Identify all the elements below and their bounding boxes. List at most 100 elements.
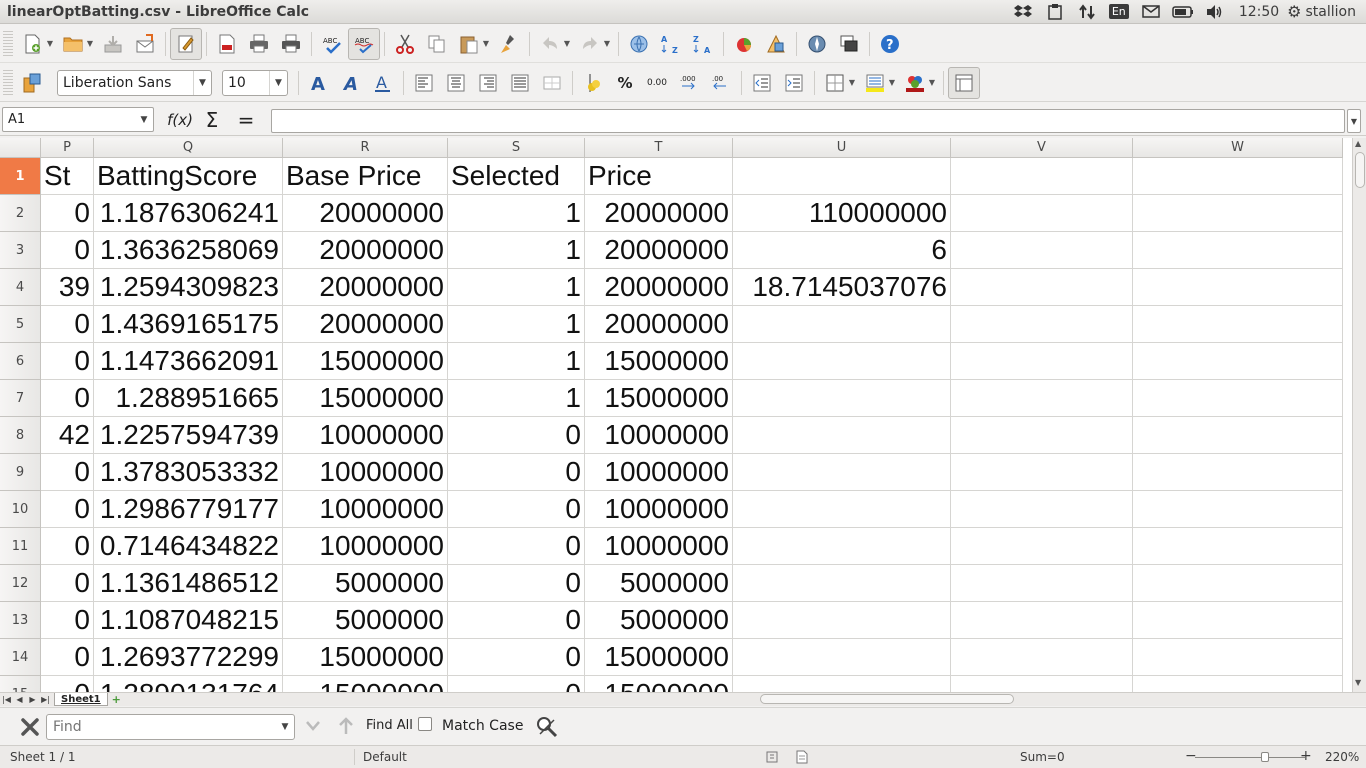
match-case-label[interactable]: Match Case — [442, 718, 523, 734]
scroll-up-arrow[interactable]: ▲ — [1355, 139, 1361, 148]
cell[interactable]: 10000000 — [585, 528, 733, 565]
cell[interactable] — [1133, 676, 1343, 692]
cell[interactable] — [951, 491, 1133, 528]
row-header[interactable]: 1 — [0, 158, 41, 195]
column-header[interactable]: P — [41, 138, 94, 158]
cell[interactable]: 0 — [41, 380, 94, 417]
cell[interactable]: 1 — [448, 195, 585, 232]
cell[interactable] — [733, 565, 951, 602]
clock[interactable]: 12:50 — [1231, 4, 1287, 20]
cell[interactable]: 1.2257594739 — [94, 417, 283, 454]
cell[interactable]: 1.2986779177 — [94, 491, 283, 528]
name-box[interactable]: A1 ▼ — [2, 107, 154, 132]
cell[interactable]: 15000000 — [283, 676, 448, 692]
prev-sheet-arrow[interactable]: ◀ — [13, 695, 26, 704]
cell[interactable] — [1133, 454, 1343, 491]
document-modified-icon[interactable] — [795, 750, 809, 767]
row-header[interactable]: 8 — [0, 417, 41, 454]
font-color-icon[interactable] — [899, 67, 931, 99]
cell[interactable] — [1133, 602, 1343, 639]
find-input-box[interactable]: ▼ — [46, 714, 295, 740]
cell[interactable]: 1.1876306241 — [94, 195, 283, 232]
find-next-icon[interactable] — [338, 716, 354, 740]
close-icon[interactable] — [20, 717, 40, 737]
paste-icon[interactable] — [453, 28, 485, 60]
percent-format-icon[interactable]: % — [609, 67, 641, 99]
cell[interactable]: 0 — [448, 528, 585, 565]
row-header[interactable]: 7 — [0, 380, 41, 417]
function-wizard-button[interactable]: f(x) — [166, 109, 194, 131]
chevron-down-icon[interactable]: ▼ — [276, 722, 294, 732]
cell[interactable]: 20000000 — [283, 232, 448, 269]
cell[interactable]: Price — [585, 158, 733, 195]
cell[interactable]: BattingScore — [94, 158, 283, 195]
cell[interactable] — [733, 380, 951, 417]
currency-format-icon[interactable] — [577, 67, 609, 99]
formula-input[interactable] — [271, 109, 1345, 133]
cell[interactable]: 0 — [41, 454, 94, 491]
underline-icon[interactable]: A — [367, 67, 399, 99]
dropbox-icon[interactable] — [1007, 0, 1039, 24]
cell[interactable]: 0 — [41, 232, 94, 269]
cell[interactable] — [1133, 158, 1343, 195]
number-format-icon[interactable]: 0.00 — [641, 67, 673, 99]
cell[interactable]: 0 — [448, 491, 585, 528]
cell[interactable] — [951, 232, 1133, 269]
row-header[interactable]: 4 — [0, 269, 41, 306]
email-document-icon[interactable] — [129, 28, 161, 60]
italic-icon[interactable]: A — [335, 67, 367, 99]
spreadsheet-grid[interactable]: P Q R S T U V W 1 St BattingScore Base Price Selecte… — [0, 138, 1352, 692]
cell[interactable]: 0 — [448, 454, 585, 491]
zoom-out-icon[interactable]: − — [1185, 748, 1197, 764]
cell[interactable]: 20000000 — [585, 195, 733, 232]
cell[interactable]: 6 — [733, 232, 951, 269]
zoom-slider-knob[interactable] — [1261, 752, 1269, 762]
cell[interactable]: 20000000 — [585, 269, 733, 306]
cell[interactable] — [951, 528, 1133, 565]
row-header[interactable]: 12 — [0, 565, 41, 602]
cell[interactable]: 15000000 — [283, 343, 448, 380]
cell[interactable]: Base Price — [283, 158, 448, 195]
bold-icon[interactable]: A — [303, 67, 335, 99]
add-sheet-icon[interactable]: + — [112, 693, 121, 706]
justify-icon[interactable] — [504, 67, 536, 99]
cell[interactable] — [733, 417, 951, 454]
save-icon[interactable] — [97, 28, 129, 60]
cell[interactable] — [1133, 232, 1343, 269]
volume-icon[interactable] — [1199, 0, 1231, 24]
decrease-indent-icon[interactable] — [746, 67, 778, 99]
cell[interactable]: 1.1473662091 — [94, 343, 283, 380]
copy-icon[interactable] — [421, 28, 453, 60]
cell[interactable] — [951, 602, 1133, 639]
cell[interactable]: 10000000 — [283, 454, 448, 491]
borders-icon[interactable] — [819, 67, 851, 99]
print-preview-icon[interactable] — [275, 28, 307, 60]
sort-ascending-icon[interactable]: AZ — [655, 28, 687, 60]
increase-indent-icon[interactable] — [778, 67, 810, 99]
cell[interactable] — [733, 454, 951, 491]
next-sheet-arrow[interactable]: ▶ — [26, 695, 39, 704]
cell[interactable] — [951, 676, 1133, 692]
cell[interactable]: 1.1361486512 — [94, 565, 283, 602]
cell[interactable]: 0 — [448, 417, 585, 454]
edit-mode-icon[interactable] — [170, 27, 202, 60]
cut-icon[interactable] — [389, 28, 421, 60]
cell[interactable]: 20000000 — [283, 269, 448, 306]
row-header[interactable]: 11 — [0, 528, 41, 565]
cell[interactable]: 18.7145037076 — [733, 269, 951, 306]
cell[interactable]: 1 — [448, 306, 585, 343]
cell[interactable] — [951, 269, 1133, 306]
cell[interactable] — [951, 639, 1133, 676]
cell[interactable] — [733, 343, 951, 380]
cell[interactable] — [1133, 639, 1343, 676]
cell[interactable]: St — [41, 158, 94, 195]
cell[interactable]: 10000000 — [585, 491, 733, 528]
row-header[interactable]: 10 — [0, 491, 41, 528]
cell[interactable]: 20000000 — [283, 195, 448, 232]
cell[interactable]: 1.2594309823 — [94, 269, 283, 306]
add-decimal-icon[interactable]: .000 — [673, 67, 705, 99]
keyboard-layout-icon[interactable]: En — [1103, 0, 1135, 24]
scroll-down-arrow[interactable]: ▼ — [1355, 678, 1361, 687]
cell[interactable]: 10000000 — [585, 454, 733, 491]
cell[interactable]: 0 — [448, 676, 585, 692]
